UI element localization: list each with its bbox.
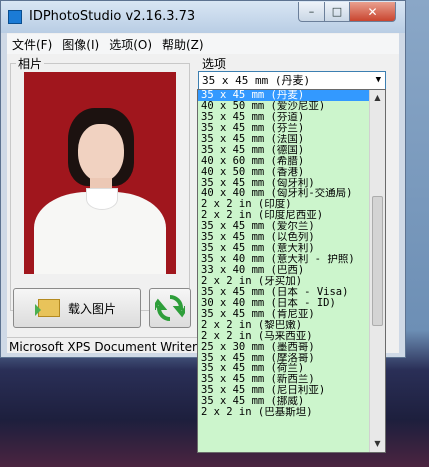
menu-file[interactable]: 文件(F) [7,36,57,53]
dropdown-option[interactable]: 40 x 60 mm (希腊) [198,156,370,167]
close-button[interactable]: ✕ [349,2,396,22]
dropdown-option[interactable]: 2 x 2 in (巴基斯坦) [198,407,370,418]
menu-options[interactable]: 选项(O) [104,36,157,53]
dropdown-option[interactable]: 35 x 45 mm (日本 - Visa) [198,287,370,298]
dropdown-option[interactable]: 35 x 45 mm (挪威) [198,396,370,407]
dropdown-option[interactable]: 2 x 2 in (马来西亚) [198,331,370,342]
size-dropdown-list[interactable]: 35 x 45 mm (丹麦) 40 x 50 mm (爱沙尼亚) 35 x 45 … [197,89,386,453]
app-icon [8,10,22,24]
photo-group [10,63,190,311]
dropdown-option[interactable]: 2 x 2 in (印度尼西亚) [198,210,370,221]
photo-group-label: 相片 [16,55,45,72]
photo-collar [86,188,118,210]
dropdown-option[interactable]: 35 x 45 mm (丹麦) [198,90,370,101]
folder-icon [34,299,60,317]
refresh-icon [155,295,185,321]
dropdown-option[interactable]: 35 x 45 mm (芬兰) [198,123,370,134]
dropdown-option[interactable]: 35 x 45 mm (匈牙利) [198,178,370,189]
load-image-button[interactable]: 载入图片 [13,288,141,328]
printer-status: Microsoft XPS Document Writer [7,337,201,356]
dropdown-option[interactable]: 2 x 2 in (牙买加) [198,276,370,287]
dropdown-option[interactable]: 35 x 40 mm (意大利 - 护照) [198,254,370,265]
dropdown-option[interactable]: 35 x 45 mm (意大利) [198,243,370,254]
dropdown-items: 35 x 45 mm (丹麦) 40 x 50 mm (爱沙尼亚) 35 x 45 … [198,90,370,418]
portrait-photo [24,72,176,274]
dropdown-option[interactable]: 35 x 45 mm (芬道) [198,112,370,123]
dropdown-option[interactable]: 35 x 45 mm (肯尼亚) [198,309,370,320]
dropdown-option[interactable]: 35 x 45 mm (新西兰) [198,374,370,385]
refresh-button[interactable] [149,288,191,328]
scroll-down-icon[interactable]: ▼ [370,436,385,452]
options-label: 选项 [200,55,229,72]
dropdown-option[interactable]: 30 x 40 mm (日本 - ID) [198,298,370,309]
load-image-label: 载入图片 [67,301,116,316]
dropdown-option[interactable]: 40 x 50 mm (爱沙尼亚) [198,101,370,112]
dropdown-option[interactable]: 2 x 2 in (黎巴嫩) [198,320,370,331]
maximize-button[interactable]: □ [324,2,350,22]
size-select-value: 35 x 45 mm (丹麦) [202,74,311,87]
dropdown-option[interactable]: 40 x 50 mm (香港) [198,167,370,178]
dropdown-scrollbar[interactable]: ▲ ▼ [369,90,385,452]
window-title: IDPhotoStudio v2.16.3.73 [29,9,196,24]
dropdown-option[interactable]: 25 x 30 mm (墨西哥) [198,342,370,353]
dropdown-option[interactable]: 33 x 40 mm (巴西) [198,265,370,276]
dropdown-option[interactable]: 35 x 45 mm (德国) [198,145,370,156]
dropdown-option[interactable]: 35 x 45 mm (爱尔兰) [198,221,370,232]
dropdown-option[interactable]: 35 x 45 mm (荷兰) [198,363,370,374]
menu-bar: 文件(F) 图像(I) 选项(O) 帮助(Z) [7,34,399,54]
dropdown-option[interactable]: 35 x 45 mm (以色列) [198,232,370,243]
dropdown-option[interactable]: 35 x 45 mm (法国) [198,134,370,145]
scroll-thumb[interactable] [372,196,383,326]
menu-help[interactable]: 帮助(Z) [157,36,209,53]
photo-face [78,124,124,182]
title-bar[interactable]: IDPhotoStudio v2.16.3.73 – □ ✕ [1,1,405,33]
dropdown-option[interactable]: 35 x 45 mm (摩洛哥) [198,353,370,364]
scroll-up-icon[interactable]: ▲ [370,90,385,106]
menu-image[interactable]: 图像(I) [57,36,104,53]
dropdown-option[interactable]: 35 x 45 mm (尼日利亚) [198,385,370,396]
chevron-down-icon[interactable]: ▼ [376,72,381,89]
minimize-button[interactable]: – [298,2,325,22]
dropdown-option[interactable]: 2 x 2 in (印度) [198,199,370,210]
dropdown-option[interactable]: 40 x 40 mm (匈牙利-交通局) [198,188,370,199]
size-select[interactable]: 35 x 45 mm (丹麦) ▼ [198,71,386,90]
